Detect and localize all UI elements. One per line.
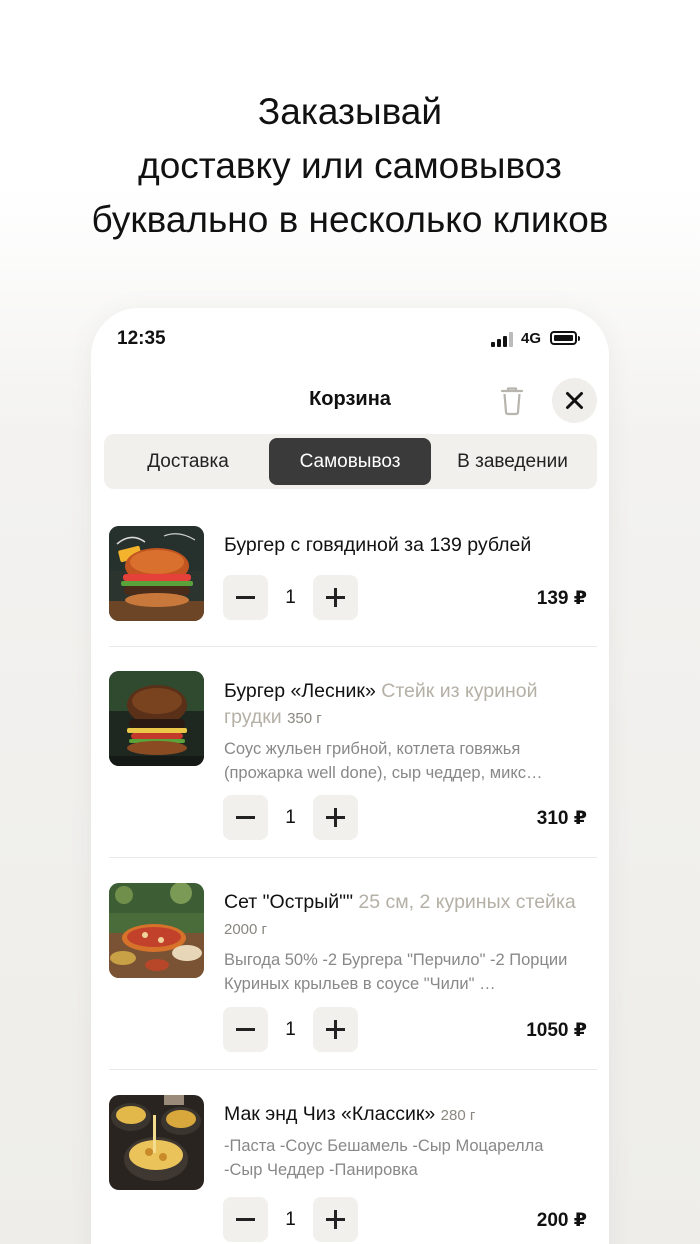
item-info: Сет "Острый"" 25 см, 2 куриных стейка 20… (224, 889, 584, 996)
item-image (109, 526, 204, 621)
item-title: Сет "Острый"" 25 см, 2 куриных стейка 20… (224, 889, 584, 943)
close-icon (566, 392, 583, 409)
item-description: Выгода 50% -2 Бургера "Перчило" -2 Порци… (224, 951, 568, 993)
quantity-value: 1 (285, 1209, 296, 1230)
item-price: 310 ₽ (536, 808, 587, 829)
item-option: 25 см, 2 куриных стейка (358, 891, 576, 913)
tab-delivery[interactable]: Доставка (108, 438, 268, 485)
decrease-quantity-button[interactable] (223, 575, 268, 620)
decrease-quantity-button[interactable] (223, 1007, 268, 1052)
headline-line-3: буквально в несколько кликов (91, 199, 609, 240)
item-name: Бургер с говядиной за 139 рублей (224, 534, 532, 556)
item-title: Бургер «Лесник» Стейк из куриной грудки … (224, 678, 584, 732)
tab-pickup[interactable]: Самовывоз (269, 438, 431, 485)
item-image (109, 671, 204, 766)
increase-quantity-button[interactable] (313, 795, 358, 840)
trash-icon (500, 387, 524, 416)
decrease-quantity-button[interactable] (223, 1197, 268, 1242)
divider (109, 857, 597, 858)
item-weight: 350 г (287, 710, 322, 727)
item-description: -Паста -Соус Бешамель -Сыр Моцарелла -Сы… (224, 1137, 544, 1179)
quantity-value: 1 (285, 587, 296, 608)
item-name: Мак энд Чиз «Классик» (224, 1103, 441, 1125)
item-weight: 280 г (440, 1107, 476, 1124)
item-weight: 2000 г (224, 921, 268, 938)
tab-in-restaurant[interactable]: В заведении (432, 438, 593, 485)
item-price: 1050 ₽ (526, 1020, 587, 1041)
item-price: 200 ₽ (536, 1210, 587, 1231)
headline-line-2: доставку или самовывоз (138, 145, 562, 186)
promo-headline: Заказывай доставку или самовывоз букваль… (0, 85, 700, 247)
status-time: 12:35 (117, 328, 166, 349)
page-title: Корзина (309, 388, 391, 410)
signal-icon (491, 332, 513, 347)
decrease-quantity-button[interactable] (223, 795, 268, 840)
increase-quantity-button[interactable] (313, 1197, 358, 1242)
item-image (109, 1095, 204, 1190)
item-title: Мак энд Чиз «Классик» 280 г (224, 1101, 584, 1129)
increase-quantity-button[interactable] (313, 575, 358, 620)
item-info: Бургер с говядиной за 139 рублей (224, 532, 584, 558)
item-info: Бургер «Лесник» Стейк из куриной грудки … (224, 678, 584, 785)
item-title: Бургер с говядиной за 139 рублей (224, 532, 584, 558)
status-bar: 12:35 4G (91, 326, 609, 350)
battery-icon (550, 331, 580, 345)
divider (109, 1069, 597, 1070)
item-info: Мак энд Чиз «Классик» 280 г -Паста -Соус… (224, 1101, 584, 1182)
close-button[interactable] (552, 378, 597, 423)
item-name: Сет "Острый"" (224, 891, 359, 913)
headline-line-1: Заказывай (257, 91, 443, 132)
item-price: 139 ₽ (536, 588, 587, 609)
network-type: 4G (521, 330, 542, 347)
item-description: Соус жульен грибной, котлета говяжья (пр… (224, 740, 543, 782)
clear-cart-button[interactable] (495, 382, 529, 420)
quantity-value: 1 (285, 807, 296, 828)
item-image (109, 883, 204, 978)
increase-quantity-button[interactable] (313, 1007, 358, 1052)
order-type-tabs: Доставка Самовывоз В заведении (104, 434, 597, 489)
phone-screen: 12:35 4G Корзина Доставка Самовывоз В за… (91, 308, 609, 1244)
divider (109, 646, 597, 647)
item-name: Бургер «Лесник» (224, 680, 382, 702)
quantity-value: 1 (285, 1019, 296, 1040)
